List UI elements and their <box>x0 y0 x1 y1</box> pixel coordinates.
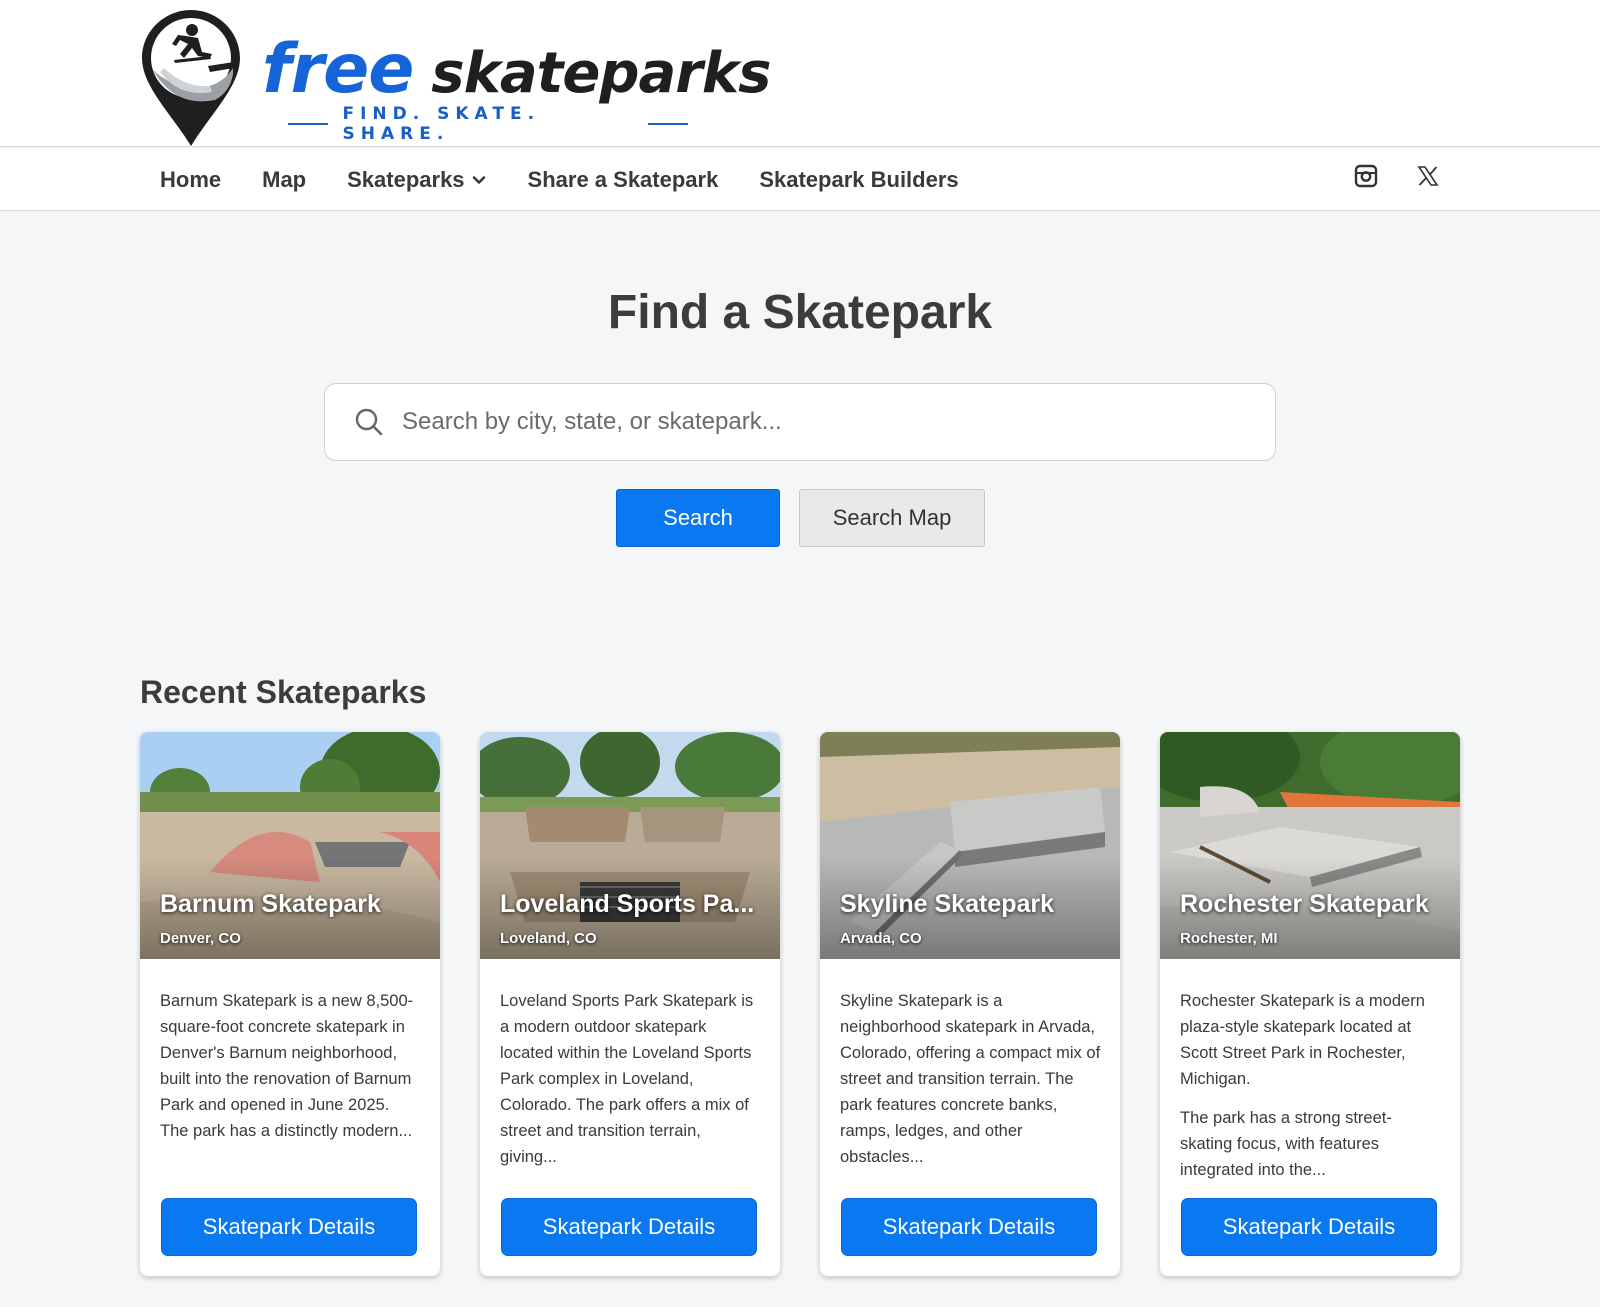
brand-word-free: free <box>262 30 414 109</box>
description-paragraph: Skyline Skatepark is a neighborhood skat… <box>840 992 1101 1166</box>
skatepark-name[interactable]: Barnum Skatepark <box>160 890 430 919</box>
nav-share-a-skatepark[interactable]: Share a Skatepark <box>528 167 719 193</box>
skatepark-photo[interactable] <box>140 732 440 959</box>
tagline-text: FIND. SKATE. SHARE. <box>342 104 541 144</box>
description-paragraph: Loveland Sports Park Skatepark is a mode… <box>500 992 754 1166</box>
search-input[interactable] <box>402 408 1222 436</box>
search-button[interactable]: Search <box>616 489 780 547</box>
skatepark-photo[interactable] <box>1160 732 1460 959</box>
skatepark-location: Rochester, MI <box>1180 930 1278 947</box>
chevron-down-icon <box>472 175 485 184</box>
skatepark-name[interactable]: Loveland Sports Pa... <box>500 890 770 919</box>
skatepark-card: Loveland Sports Pa... Loveland, CO Lovel… <box>480 732 780 1276</box>
skatepark-location: Denver, CO <box>160 930 241 947</box>
description-paragraph: Barnum Skatepark is a new 8,500-square-f… <box>160 992 414 1140</box>
nav-skateparks[interactable]: Skateparks <box>347 167 486 193</box>
tagline-rule-right <box>647 123 688 125</box>
search-box <box>324 383 1276 461</box>
skatepark-details-button[interactable]: Skatepark Details <box>161 1198 417 1256</box>
skatepark-card: Barnum Skatepark Denver, CO Barnum Skate… <box>140 732 440 1276</box>
page-title: Find a Skatepark <box>607 286 993 339</box>
skatepark-details-button[interactable]: Skatepark Details <box>841 1198 1097 1256</box>
description-paragraph: Rochester Skatepark is a modern plaza-st… <box>1180 992 1425 1088</box>
search-map-button[interactable]: Search Map <box>799 489 985 547</box>
skatepark-description: Rochester Skatepark is a modern plaza-st… <box>1180 988 1442 1183</box>
skatepark-card: Rochester Skatepark Rochester, MI Roches… <box>1160 732 1460 1276</box>
skatepark-description: Loveland Sports Park Skatepark is a mode… <box>500 988 762 1170</box>
skatepark-details-button[interactable]: Skatepark Details <box>501 1198 757 1256</box>
skater-pin-icon <box>142 10 240 146</box>
skatepark-details-button[interactable]: Skatepark Details <box>1181 1198 1437 1256</box>
nav-skatepark-builders[interactable]: Skatepark Builders <box>759 167 958 193</box>
nav-home[interactable]: Home <box>160 167 221 193</box>
description-paragraph: The park has a strong street-skating foc… <box>1180 1109 1392 1179</box>
section-title: Recent Skateparks <box>140 674 427 710</box>
x-icon[interactable] <box>1416 164 1440 188</box>
skatepark-card: Skyline Skatepark Arvada, CO Skyline Ska… <box>820 732 1120 1276</box>
nav-skateparks-label: Skateparks <box>347 166 465 192</box>
skatepark-location: Arvada, CO <box>840 930 922 947</box>
tagline-rule-left <box>288 123 329 125</box>
skatepark-photo[interactable] <box>820 732 1120 959</box>
skatepark-description: Barnum Skatepark is a new 8,500-square-f… <box>160 988 422 1144</box>
site-logo[interactable]: free skateparks FIND. SKATE. SHARE. <box>140 8 771 148</box>
skatepark-photo[interactable] <box>480 732 780 959</box>
nav-map[interactable]: Map <box>262 167 306 193</box>
skatepark-name[interactable]: Rochester Skatepark <box>1180 890 1450 919</box>
skatepark-location: Loveland, CO <box>500 930 597 947</box>
brand-tagline: FIND. SKATE. SHARE. <box>288 104 688 144</box>
brand-word-skateparks: skateparks <box>431 41 771 106</box>
skatepark-description: Skyline Skatepark is a neighborhood skat… <box>840 988 1102 1170</box>
search-icon <box>355 408 383 436</box>
skatepark-name[interactable]: Skyline Skatepark <box>840 890 1110 919</box>
brand-wordmark: free skateparks <box>262 30 771 109</box>
instagram-icon[interactable] <box>1354 164 1378 188</box>
site-header: free skateparks FIND. SKATE. SHARE. <box>0 0 1600 147</box>
main-nav: Home Map Skateparks Share a Skatepark Sk… <box>0 148 1600 211</box>
